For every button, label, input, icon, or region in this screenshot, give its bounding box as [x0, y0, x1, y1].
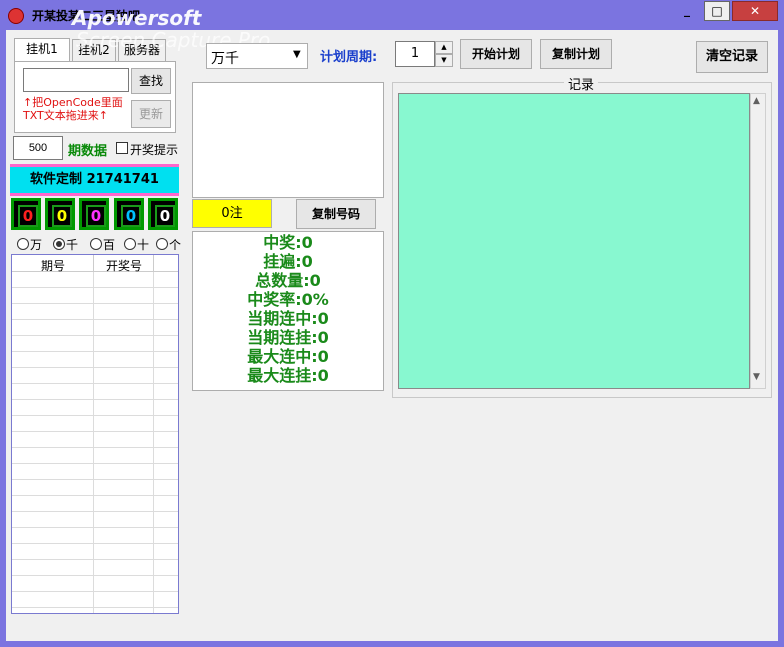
- watermark-text: Apowersoft: [72, 6, 202, 30]
- stat-value: 0: [301, 233, 313, 252]
- plan-select[interactable]: 万千 ▼: [206, 43, 308, 69]
- stat-total: 总数量:0: [193, 271, 383, 290]
- radio-ge[interactable]: 个: [156, 236, 181, 253]
- stat-label: 总数量:: [255, 271, 310, 290]
- digit-value-4: 0: [121, 205, 141, 227]
- digit-box-4: 0: [114, 198, 144, 230]
- history-table-rows: [12, 272, 178, 613]
- update-button[interactable]: 更新: [131, 100, 171, 128]
- radio-wan-circle[interactable]: [17, 238, 29, 250]
- stat-current-win-streak: 当期连中:0: [193, 309, 383, 328]
- radio-qian-circle[interactable]: [53, 238, 65, 250]
- radio-shi-label: 十: [137, 238, 150, 252]
- radio-bai-label: 百: [103, 238, 116, 252]
- stat-label: 最大连中:: [247, 347, 318, 366]
- clear-records-button[interactable]: 清空记录: [696, 41, 768, 73]
- plan-cycle-input[interactable]: 1: [395, 41, 435, 67]
- digit-value-1: 0: [18, 205, 38, 227]
- radio-bai[interactable]: 百: [90, 236, 115, 253]
- radio-bai-circle[interactable]: [90, 238, 102, 250]
- stat-value: 0%: [301, 290, 329, 309]
- stat-value: 0: [317, 366, 329, 385]
- stat-max-loss-streak: 最大连挂:0: [193, 366, 383, 385]
- history-table[interactable]: 期号 开奖号: [11, 254, 179, 614]
- column-divider: [153, 272, 154, 613]
- copy-plan-button[interactable]: 复制计划: [540, 39, 612, 69]
- stepper-up-icon[interactable]: ▲: [435, 41, 453, 54]
- stat-value: 0: [317, 309, 329, 328]
- radio-ge-label: 个: [169, 238, 182, 252]
- copy-numbers-button[interactable]: 复制号码: [296, 199, 376, 229]
- stat-max-win-streak: 最大连中:0: [193, 347, 383, 366]
- plan-select-value: 万千: [211, 51, 239, 67]
- plan-cycle-label: 计划周期:: [320, 50, 378, 65]
- stat-label: 挂遍:: [263, 252, 302, 271]
- radio-qian-label: 千: [66, 238, 79, 252]
- search-input[interactable]: [23, 68, 129, 92]
- stat-label: 当期连中:: [247, 309, 318, 328]
- start-plan-button[interactable]: 开始计划: [460, 39, 532, 69]
- stat-value: 0: [317, 347, 329, 366]
- prize-tip-checkbox[interactable]: [116, 142, 128, 154]
- tab-guaji1[interactable]: 挂机1: [14, 38, 70, 62]
- drag-hint: ↑把OpenCode里面 TXT文本拖进来↑: [23, 96, 123, 122]
- digit-value-2: 0: [52, 205, 72, 227]
- maximize-button[interactable]: □: [704, 1, 730, 21]
- stat-value: 0: [301, 252, 313, 271]
- digit-box-3: 0: [79, 198, 109, 230]
- bet-count-display: 0注: [192, 199, 272, 228]
- tab-panel: 查找 ↑把OpenCode里面 TXT文本拖进来↑ 更新: [14, 61, 176, 133]
- stat-fails: 挂遍:0: [193, 252, 383, 271]
- minimize-button[interactable]: _: [674, 1, 700, 21]
- stat-label: 中奖率:: [247, 290, 302, 309]
- close-button[interactable]: ✕: [732, 1, 778, 21]
- radio-ge-circle[interactable]: [156, 238, 168, 250]
- radio-wan[interactable]: 万: [17, 236, 42, 253]
- column-divider: [93, 272, 94, 613]
- radio-wan-label: 万: [30, 238, 43, 252]
- stats-panel: 中奖:0 挂遍:0 总数量:0 中奖率:0% 当期连中:0 当期连挂:0 最大连…: [192, 231, 384, 391]
- scroll-down-icon[interactable]: ▼: [753, 372, 760, 382]
- period-count-input[interactable]: [13, 136, 63, 160]
- header-divider: [93, 255, 94, 272]
- header-divider: [153, 255, 154, 272]
- chevron-down-icon[interactable]: ▼: [293, 49, 301, 60]
- stat-current-loss-streak: 当期连挂:0: [193, 328, 383, 347]
- stat-win-rate: 中奖率:0%: [193, 290, 383, 309]
- digit-box-1: 0: [11, 198, 41, 230]
- digit-value-3: 0: [86, 205, 106, 227]
- stat-label: 当期连挂:: [247, 328, 318, 347]
- hint-line-1: ↑把OpenCode里面: [23, 96, 123, 109]
- plan-output-box[interactable]: [192, 82, 384, 198]
- title-bar: 开某投某二三星独吧 Apowersoft _ □ ✕: [0, 0, 784, 30]
- app-icon: [8, 8, 24, 24]
- custom-banner: 软件定制 21741741: [10, 164, 179, 196]
- stat-label: 中奖:: [263, 233, 302, 252]
- search-button[interactable]: 查找: [131, 68, 171, 94]
- hint-line-2: TXT文本拖进来↑: [23, 109, 108, 122]
- scroll-up-icon[interactable]: ▲: [753, 96, 760, 106]
- digit-value-5: 0: [155, 205, 175, 227]
- stat-label: 最大连挂:: [247, 366, 318, 385]
- radio-qian[interactable]: 千: [53, 236, 78, 253]
- prize-tip-label: 开奖提示: [130, 143, 179, 157]
- radio-shi-circle[interactable]: [124, 238, 136, 250]
- radio-shi[interactable]: 十: [124, 236, 149, 253]
- stat-value: 0: [317, 328, 329, 347]
- stepper-down-icon[interactable]: ▼: [435, 54, 453, 67]
- digit-box-5: 0: [148, 198, 178, 230]
- stat-value: 0: [309, 271, 321, 290]
- records-group-label: 记录: [564, 74, 599, 93]
- records-area[interactable]: [398, 93, 750, 389]
- period-count-label: 期数据: [68, 144, 108, 159]
- digit-box-2: 0: [45, 198, 75, 230]
- records-scrollbar[interactable]: ▲ ▼: [750, 93, 766, 389]
- stat-wins: 中奖:0: [193, 233, 383, 252]
